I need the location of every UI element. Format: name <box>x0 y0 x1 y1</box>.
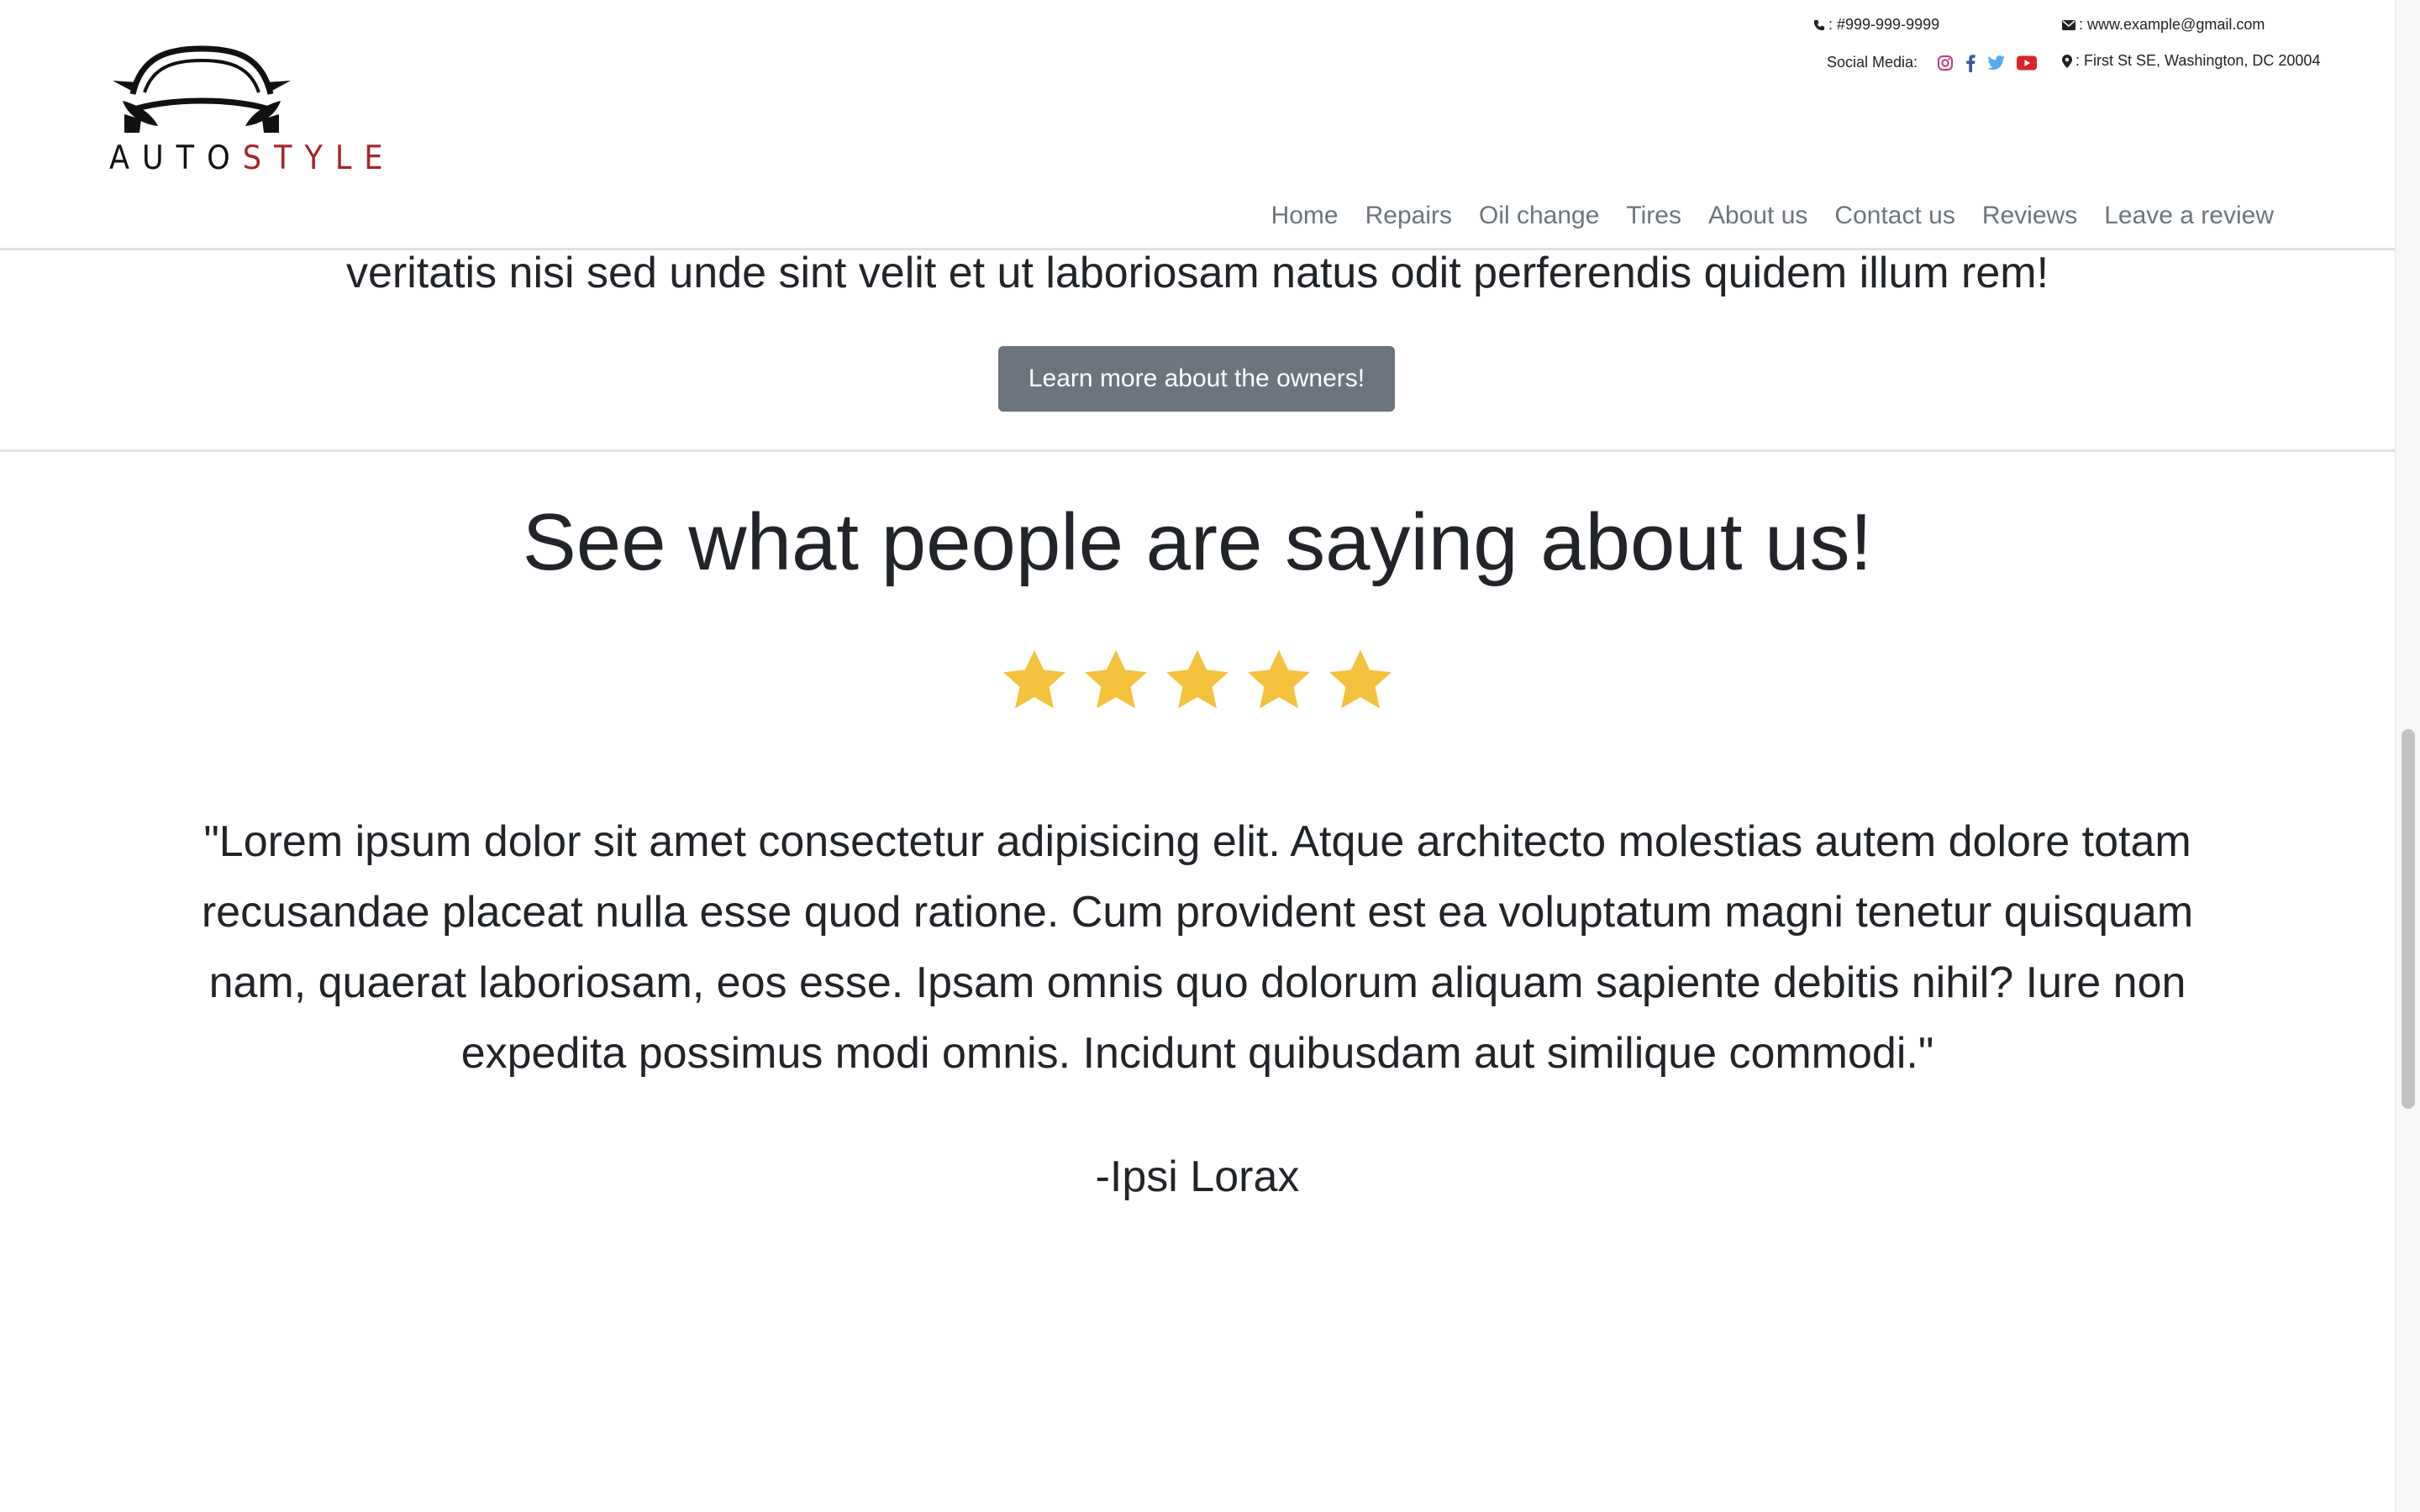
nav-link-leave-a-review[interactable]: Leave a review <box>2091 197 2287 235</box>
address-text: : First St SE, Washington, DC 20004 <box>2075 52 2321 69</box>
facebook-icon[interactable] <box>1965 54 1976 73</box>
social-media-label: Social Media: <box>1827 54 1918 71</box>
scrollbar-thumb[interactable] <box>2402 729 2415 1109</box>
logo-word-style: STYLE <box>242 139 396 177</box>
star-rating <box>998 645 1397 717</box>
site-header: AUTOSTYLE : #999-999-9999 : www.example@… <box>0 0 2395 250</box>
nav-link-about-us[interactable]: About us <box>1695 197 1821 235</box>
main-nav: Home Repairs Oil change Tires About us C… <box>1258 197 2287 235</box>
address-contact[interactable]: : First St SE, Washington, DC 20004 <box>2062 51 2320 70</box>
star-icon <box>1085 649 1147 709</box>
review-quote: "Lorem ipsum dolor sit amet consectetur … <box>201 817 2194 1078</box>
nav-link-tires[interactable]: Tires <box>1612 197 1695 235</box>
learn-more-owners-button[interactable]: Learn more about the owners! <box>998 346 1395 412</box>
email-contact[interactable]: : www.example@gmail.com <box>2062 15 2265 34</box>
review-author: -Ipsi Lorax <box>1095 1152 1300 1201</box>
reviews-heading: See what people are saying about us! <box>522 497 1873 587</box>
nav-link-oil-change[interactable]: Oil change <box>1465 197 1612 235</box>
car-silhouette-icon <box>113 45 291 133</box>
page-scrollbar[interactable] <box>2395 0 2420 1512</box>
logo-word-auto: AUTO <box>109 139 243 177</box>
logo-wordmark: AUTOSTYLE <box>109 139 383 178</box>
nav-link-reviews[interactable]: Reviews <box>1969 197 2091 235</box>
about-text-tail: veritatis nisi sed unde sint velit et ut… <box>345 249 2049 297</box>
star-icon <box>1248 649 1310 709</box>
nav-link-repairs[interactable]: Repairs <box>1352 197 1465 235</box>
section-divider <box>0 449 2395 452</box>
nav-link-home[interactable]: Home <box>1258 197 1352 235</box>
email-text: : www.example@gmail.com <box>2079 16 2265 33</box>
map-marker-icon <box>2062 55 2072 69</box>
nav-link-contact-us[interactable]: Contact us <box>1821 197 1968 235</box>
star-icon <box>1166 649 1228 709</box>
envelope-icon <box>2062 20 2075 31</box>
phone-icon <box>1813 20 1825 31</box>
star-icon <box>1003 649 1065 709</box>
social-media-links: Social Media: <box>1827 53 2038 73</box>
twitter-icon[interactable] <box>1987 55 2006 71</box>
youtube-icon[interactable] <box>2017 55 2038 71</box>
star-icon <box>1329 649 1392 709</box>
phone-contact[interactable]: : #999-999-9999 <box>1813 15 1939 34</box>
autostyle-logo[interactable]: AUTOSTYLE <box>108 42 383 185</box>
phone-text: : #999-999-9999 <box>1828 16 1940 33</box>
instagram-icon[interactable] <box>1937 55 1954 71</box>
